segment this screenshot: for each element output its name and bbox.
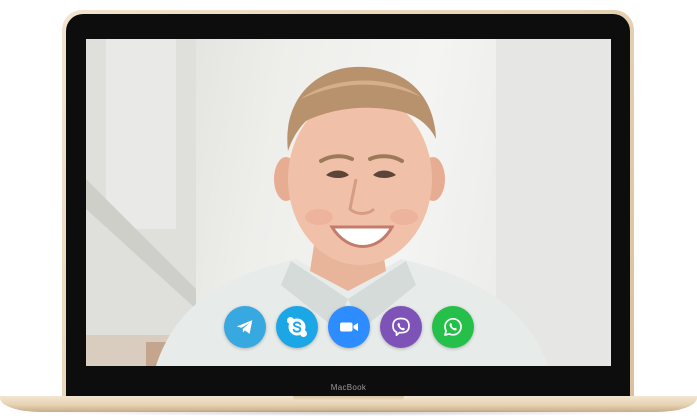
viber-icon: [392, 317, 410, 337]
call-actions-bar: [224, 306, 474, 348]
laptop-mockup: MacBook: [0, 0, 697, 419]
whatsapp-button[interactable]: [432, 306, 474, 348]
brand-label: MacBook: [330, 383, 367, 392]
laptop-shadow: [40, 410, 657, 416]
whatsapp-icon: [444, 317, 462, 336]
skype-icon: [287, 317, 307, 337]
video-call-screen: [86, 39, 611, 366]
zoom-button[interactable]: [328, 306, 370, 348]
laptop-hinge-notch: [293, 396, 404, 401]
skype-button[interactable]: [276, 306, 318, 348]
zoom-video-icon: [340, 322, 358, 332]
viber-button[interactable]: [380, 306, 422, 348]
telegram-button[interactable]: [224, 306, 266, 348]
telegram-icon: [236, 320, 253, 334]
